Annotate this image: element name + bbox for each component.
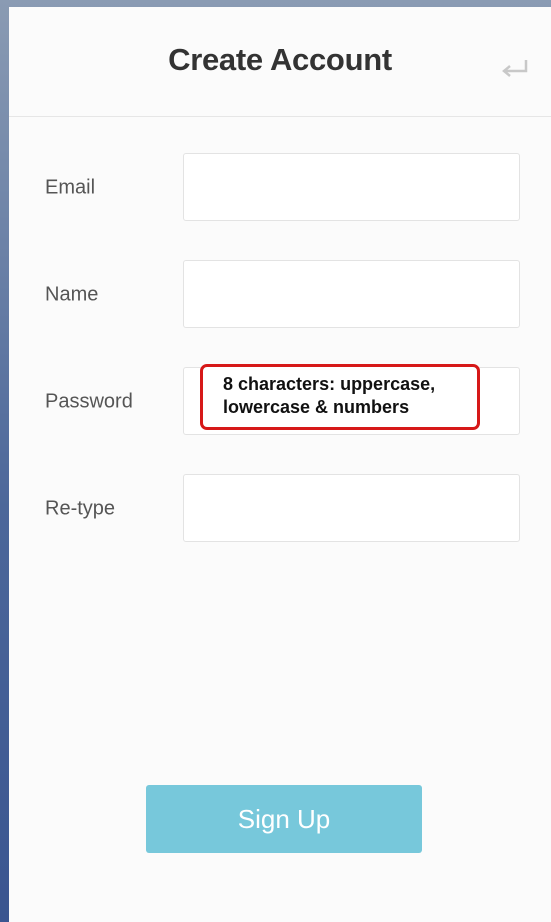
password-hint-line-1: 8 characters: uppercase, (223, 374, 436, 394)
email-field[interactable] (183, 153, 520, 221)
password-hint-line-2: lowercase & numbers (223, 397, 410, 417)
retype-row: Re-type (9, 474, 551, 544)
name-label: Name (45, 283, 99, 306)
create-account-panel: Create Account Email Name Password Re-ty… (9, 7, 551, 922)
sign-up-button[interactable]: Sign Up (146, 785, 422, 853)
name-row: Name (9, 260, 551, 330)
retype-password-field[interactable] (183, 474, 520, 542)
header: Create Account (9, 7, 551, 117)
password-label: Password (45, 390, 133, 413)
name-field[interactable] (183, 260, 520, 328)
password-hint-tooltip: 8 characters: uppercase, lowercase & num… (200, 364, 480, 430)
email-label: Email (45, 176, 96, 199)
retype-label: Re-type (45, 497, 116, 520)
email-row: Email (9, 153, 551, 223)
return-arrow-icon[interactable] (499, 57, 529, 79)
page-title: Create Account (168, 42, 392, 77)
